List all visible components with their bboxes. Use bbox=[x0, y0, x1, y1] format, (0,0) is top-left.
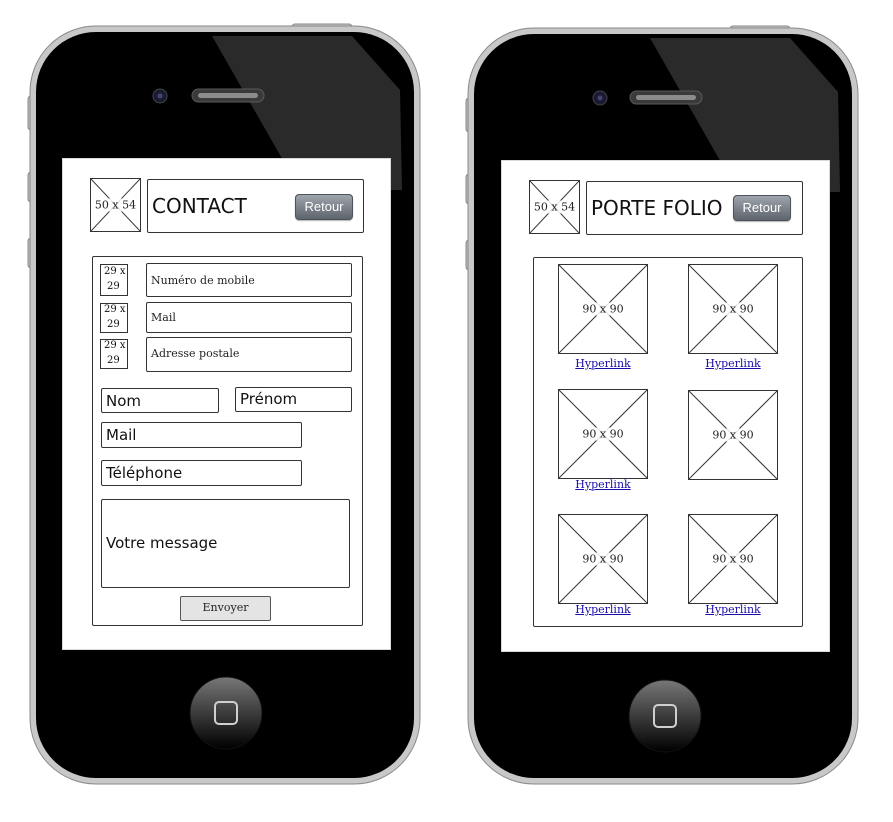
contact-screen: 50 x 54 CONTACT Retour 29 x 29 Numéro de… bbox=[62, 158, 391, 650]
portfolio-image-label: 90 x 90 bbox=[689, 552, 777, 566]
mail-field-placeholder: Mail bbox=[106, 426, 137, 444]
portfolio-link[interactable]: Hyperlink bbox=[558, 603, 648, 616]
contact-row-address-label: Adresse postale bbox=[151, 347, 240, 360]
portfolio-grid: 90 x 90 Hyperlink 90 x 90 Hyperlink 90 x… bbox=[533, 257, 803, 627]
mail-field[interactable]: Mail bbox=[101, 422, 302, 448]
portfolio-image[interactable]: 90 x 90 bbox=[688, 390, 778, 480]
portfolio-image-label: 90 x 90 bbox=[559, 552, 647, 566]
portfolio-link[interactable]: Hyperlink bbox=[688, 357, 778, 370]
portfolio-screen: 50 x 54 PORTE FOLIO Retour 90 x 90 Hyper… bbox=[501, 160, 830, 652]
telephone-field[interactable]: Téléphone bbox=[101, 460, 302, 486]
contact-row-mobile-label: Numéro de mobile bbox=[151, 274, 255, 287]
portfolio-link[interactable]: Hyperlink bbox=[558, 478, 648, 491]
logo-placeholder: 50 x 54 bbox=[90, 178, 141, 232]
info-icon: 29 x 29 bbox=[100, 264, 128, 296]
contact-row-mail: Mail bbox=[146, 302, 352, 333]
prenom-field-placeholder: Prénom bbox=[240, 390, 298, 408]
logo-placeholder-label: 50 x 54 bbox=[530, 200, 579, 214]
telephone-field-placeholder: Téléphone bbox=[106, 464, 183, 482]
header-bar: CONTACT Retour bbox=[147, 179, 364, 233]
contact-panel: 29 x 29 Numéro de mobile 29 x 29 Mail 29… bbox=[92, 256, 363, 626]
portfolio-image[interactable]: 90 x 90 bbox=[688, 264, 778, 354]
contact-row-mobile: Numéro de mobile bbox=[146, 263, 352, 297]
message-textarea-placeholder: Votre message bbox=[106, 534, 218, 552]
nom-field-placeholder: Nom bbox=[106, 392, 142, 410]
info-icon: 29 x 29 bbox=[100, 339, 128, 369]
logo-placeholder-label: 50 x 54 bbox=[91, 198, 140, 212]
page-title: CONTACT bbox=[152, 194, 247, 218]
send-button[interactable]: Envoyer bbox=[180, 596, 271, 621]
portfolio-image-label: 90 x 90 bbox=[559, 427, 647, 441]
portfolio-link[interactable]: Hyperlink bbox=[558, 357, 648, 370]
info-icon-top-label: 29 x bbox=[104, 266, 126, 277]
page-title: PORTE FOLIO bbox=[591, 196, 723, 220]
info-icon-bottom-label: 29 bbox=[107, 355, 120, 366]
contact-row-address: Adresse postale bbox=[146, 337, 352, 372]
portfolio-image-label: 90 x 90 bbox=[689, 428, 777, 442]
info-icon-bottom-label: 29 bbox=[107, 281, 120, 292]
logo-placeholder: 50 x 54 bbox=[529, 180, 580, 234]
info-icon: 29 x 29 bbox=[100, 303, 128, 333]
message-textarea[interactable]: Votre message bbox=[101, 499, 350, 588]
portfolio-link[interactable]: Hyperlink bbox=[688, 603, 778, 616]
portfolio-image[interactable]: 90 x 90 bbox=[688, 514, 778, 604]
nom-field[interactable]: Nom bbox=[101, 388, 219, 413]
portfolio-image[interactable]: 90 x 90 bbox=[558, 514, 648, 604]
back-button[interactable]: Retour bbox=[295, 194, 353, 220]
portfolio-image-label: 90 x 90 bbox=[559, 302, 647, 316]
portfolio-image-label: 90 x 90 bbox=[689, 302, 777, 316]
contact-row-mail-label: Mail bbox=[151, 311, 176, 324]
info-icon-top-label: 29 x bbox=[104, 340, 126, 351]
phone-contact: 50 x 54 CONTACT Retour 29 x 29 Numéro de… bbox=[0, 0, 440, 822]
prenom-field[interactable]: Prénom bbox=[235, 387, 352, 412]
header-bar: PORTE FOLIO Retour bbox=[586, 181, 803, 235]
info-icon-bottom-label: 29 bbox=[107, 319, 120, 330]
back-button[interactable]: Retour bbox=[733, 195, 791, 221]
info-icon-top-label: 29 x bbox=[104, 304, 126, 315]
portfolio-image[interactable]: 90 x 90 bbox=[558, 389, 648, 479]
phone-portfolio: 50 x 54 PORTE FOLIO Retour 90 x 90 Hyper… bbox=[438, 0, 888, 822]
portfolio-image[interactable]: 90 x 90 bbox=[558, 264, 648, 354]
